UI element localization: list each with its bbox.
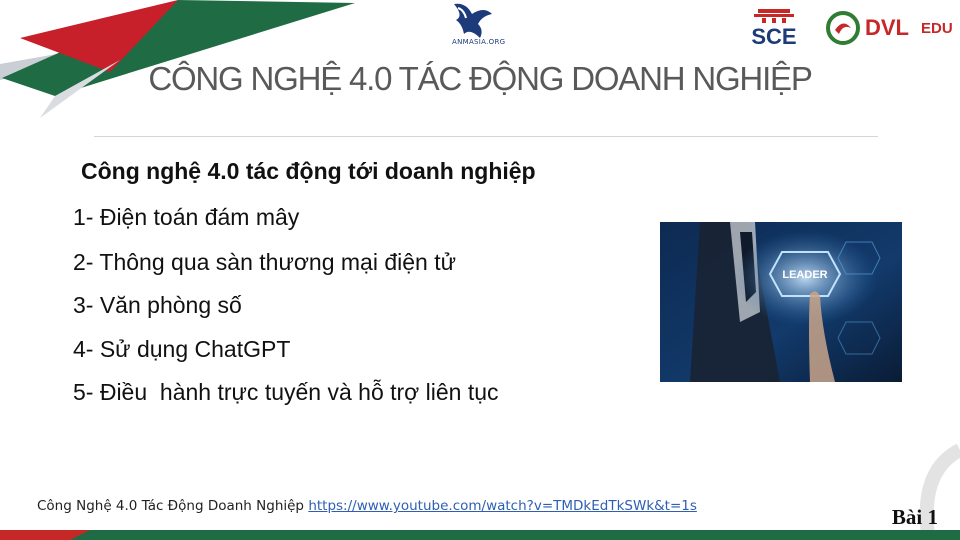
dvl-edu-logo: DVL EDU: [825, 10, 955, 46]
center-logo-text: ANMASIA.ORG: [452, 38, 506, 46]
list-item: 5- Điều hành trực tuyến và hỗ trợ liên t…: [73, 379, 499, 405]
footer-text: Công Nghệ 4.0 Tác Động Doanh Nghiệp: [37, 498, 305, 514]
eagle-logo-icon: [454, 3, 492, 38]
sce-logo-icon: SCE: [751, 9, 797, 49]
video-link[interactable]: https://www.youtube.com/watch?v=TMDkEdTk…: [308, 498, 697, 514]
list-item: 1- Điện toán đám mây: [73, 204, 300, 230]
dvl-edu-logo-icon: [826, 11, 860, 45]
list-item: 4- Sử dụng ChatGPT: [73, 336, 291, 362]
leader-image: LEADER: [660, 222, 902, 382]
dvl-logo-text: DVL: [865, 15, 909, 40]
list-item: 3- Văn phòng số: [73, 292, 242, 318]
lesson-label: Bài 1: [891, 505, 938, 529]
anmasia-logo: ANMASIA.ORG: [444, 0, 508, 50]
leader-label: LEADER: [782, 269, 827, 281]
sce-logo-text: SCE: [751, 24, 796, 46]
bottom-bar: [0, 530, 960, 540]
slide-title: CÔNG NGHỆ 4.0 TÁC ĐỘNG DOANH NGHIỆP: [148, 60, 813, 97]
sce-logo: SCE: [744, 8, 804, 49]
edu-logo-text: EDU: [921, 20, 953, 37]
list-item: 2- Thông qua sàn thương mại điện tử: [73, 249, 457, 275]
footer-source: Công Nghệ 4.0 Tác Động Doanh Nghiệp http…: [37, 498, 697, 514]
title-divider: [94, 136, 878, 137]
content-subtitle: Công nghệ 4.0 tác động tới doanh nghiệp: [81, 158, 536, 184]
